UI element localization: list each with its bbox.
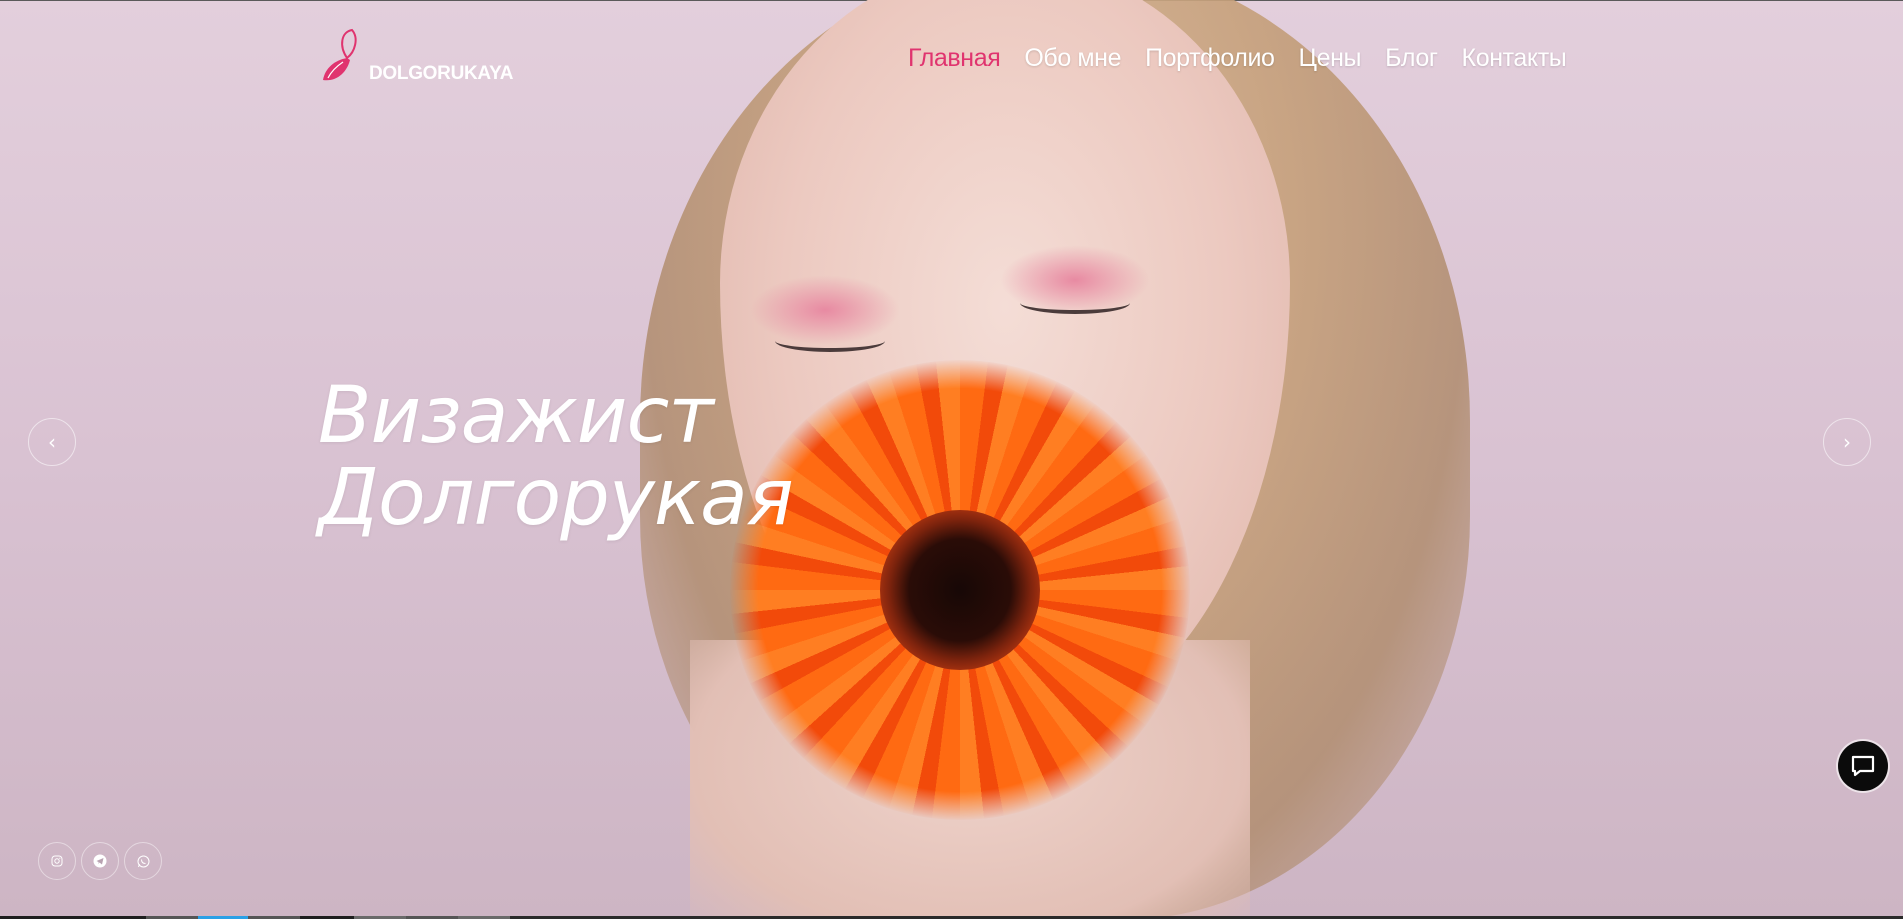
hero-title-line-2: Долгорукая xyxy=(318,453,794,543)
logo-text: DOLGORUKAYA xyxy=(369,63,514,84)
nav-item-portfolio[interactable]: Портфолио xyxy=(1145,44,1275,73)
chat-bubble-icon xyxy=(1851,755,1875,777)
nav-item-prices[interactable]: Цены xyxy=(1299,44,1362,73)
main-nav: Главная Обо мне Портфолио Цены Блог Конт… xyxy=(908,40,1567,76)
site-logo[interactable]: DOLGORUKAYA xyxy=(323,28,513,88)
instagram-icon xyxy=(51,855,63,867)
slider-next-button[interactable]: › xyxy=(1823,418,1871,466)
left-eye xyxy=(775,330,885,352)
nav-item-blog[interactable]: Блог xyxy=(1385,44,1438,73)
chat-button[interactable] xyxy=(1838,741,1888,791)
chevron-right-icon: › xyxy=(1843,430,1851,454)
chevron-left-icon: ‹ xyxy=(48,430,56,454)
whatsapp-link[interactable] xyxy=(124,842,162,880)
hero-slider: DOLGORUKAYA Главная Обо мне Портфолио Це… xyxy=(0,0,1903,916)
slider-prev-button[interactable]: ‹ xyxy=(28,418,76,466)
social-links xyxy=(38,842,162,880)
right-eye xyxy=(1020,292,1130,314)
flower-center xyxy=(880,510,1040,670)
telegram-icon xyxy=(93,854,107,868)
butterfly-logo-icon xyxy=(323,28,357,81)
telegram-link[interactable] xyxy=(81,842,119,880)
whatsapp-icon xyxy=(137,855,149,867)
nav-item-contacts[interactable]: Контакты xyxy=(1462,44,1567,73)
hero-title-line-1: Визажист xyxy=(318,371,714,461)
nav-item-about[interactable]: Обо мне xyxy=(1024,44,1121,73)
instagram-link[interactable] xyxy=(38,842,76,880)
nav-item-home[interactable]: Главная xyxy=(908,44,1001,73)
hero-title: Визажист Долгорукая xyxy=(318,371,794,543)
